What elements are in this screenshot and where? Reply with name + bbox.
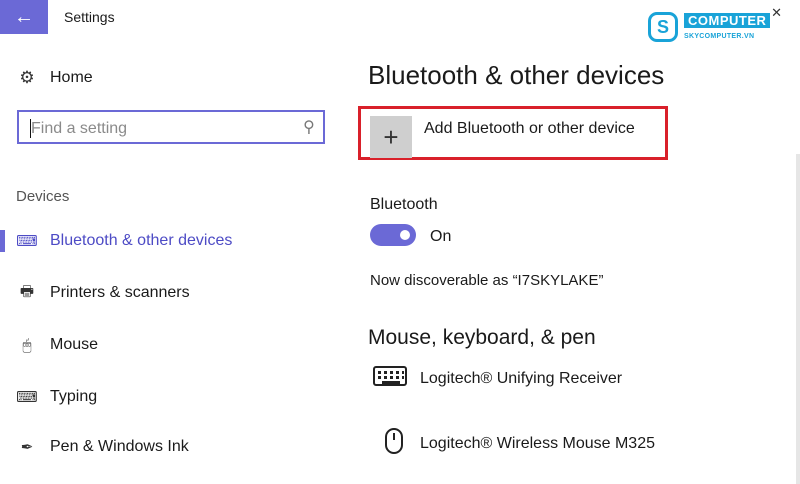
toggle-knob	[400, 230, 410, 240]
scrollbar[interactable]	[796, 154, 800, 484]
keyboard-icon	[370, 366, 410, 392]
sidebar-item-label: Printers & scanners	[50, 284, 190, 301]
sidebar-item-label: Mouse	[50, 336, 99, 353]
active-indicator	[0, 230, 5, 252]
mouse-icon	[370, 428, 410, 460]
home-label: Home	[50, 69, 93, 86]
back-button[interactable]: ←	[0, 0, 48, 34]
sidebar: ⚙ Home ⚲ Devices ⌨ Bluetooth & other dev…	[0, 34, 340, 456]
peripherals-heading: Mouse, keyboard, & pen	[368, 326, 596, 349]
sidebar-item-mouse[interactable]: 🖱 Mouse	[0, 328, 340, 362]
sidebar-item-label: Typing	[50, 388, 98, 405]
printer-icon: 🖶	[19, 282, 35, 300]
bluetooth-heading: Bluetooth	[370, 196, 438, 213]
page-title: Bluetooth & other devices	[368, 60, 665, 90]
device-label: Logitech® Unifying Receiver	[420, 370, 623, 387]
search-input[interactable]	[29, 118, 293, 140]
pen-icon: ✒	[20, 439, 34, 456]
discoverable-text: Now discoverable as “I7SKYLAKE”	[370, 272, 604, 289]
sidebar-item-typing[interactable]: ⌨ Typing	[0, 380, 340, 414]
sidebar-item-label: Bluetooth & other devices	[50, 232, 233, 249]
bluetooth-devices-icon: ⌨	[16, 233, 38, 250]
search-box[interactable]: ⚲	[17, 110, 325, 144]
bluetooth-toggle[interactable]	[370, 224, 416, 246]
main-content: Bluetooth & other devices + Add Bluetoot…	[340, 34, 800, 484]
add-device-label: Add Bluetooth or other device	[424, 120, 635, 137]
device-item[interactable]: Logitech® Unifying Receiver	[370, 366, 622, 392]
sidebar-item-printers[interactable]: 🖶 Printers & scanners	[0, 276, 340, 310]
device-item[interactable]: Logitech® Wireless Mouse M325	[370, 428, 655, 460]
add-device-button[interactable]: + Add Bluetooth or other device	[370, 116, 635, 158]
window-title: Settings	[64, 9, 115, 25]
sidebar-item-pen[interactable]: ✒ Pen & Windows Ink	[0, 430, 340, 464]
back-arrow-icon: ←	[14, 6, 34, 28]
mouse-icon: 🖱	[22, 336, 32, 354]
search-icon[interactable]: ⚲	[303, 117, 315, 137]
section-label-devices: Devices	[16, 188, 70, 205]
sidebar-item-label: Pen & Windows Ink	[50, 438, 189, 455]
logo-name: COMPUTER	[684, 13, 771, 28]
device-label: Logitech® Wireless Mouse M325	[420, 435, 655, 452]
home-nav-item[interactable]: ⚙ Home	[16, 68, 93, 88]
gear-icon: ⚙	[19, 68, 35, 87]
sidebar-item-bluetooth[interactable]: ⌨ Bluetooth & other devices	[0, 224, 340, 258]
bluetooth-state: On	[430, 228, 452, 245]
plus-icon: +	[370, 116, 412, 158]
keyboard-icon: ⌨	[16, 389, 38, 406]
